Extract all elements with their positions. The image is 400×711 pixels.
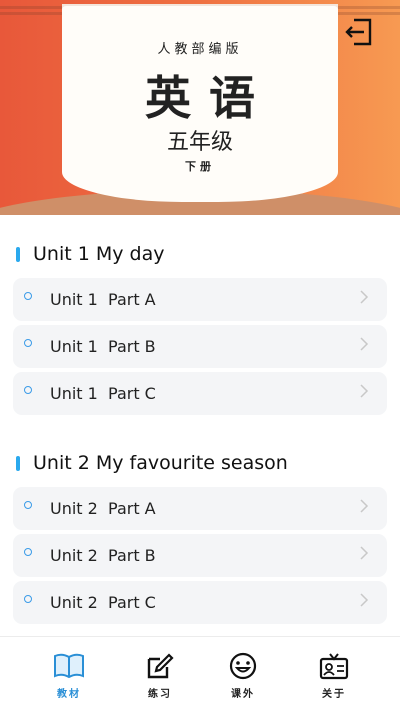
- publisher-label: 人教部编版: [157, 42, 243, 57]
- list-item-label: Unit 2 Part B: [50, 546, 156, 565]
- unit-accent-bar: [16, 246, 20, 262]
- chevron-right-icon: [360, 593, 369, 607]
- bullet-icon: [24, 385, 32, 394]
- exit-button[interactable]: [344, 16, 374, 48]
- unit-2-header: Unit 2 My favourite season: [16, 451, 288, 475]
- unit-title: Unit 2 My favourite season: [33, 452, 288, 474]
- list-item-unit1-part-c[interactable]: Unit 1 Part C: [13, 372, 387, 415]
- term-label: 下册: [185, 160, 215, 173]
- unit-title: Unit 1 My day: [33, 243, 165, 265]
- tab-textbook[interactable]: 教材: [44, 637, 94, 711]
- chevron-right-icon: [360, 499, 369, 513]
- list-item-unit2-part-a[interactable]: Unit 2 Part A: [13, 487, 387, 530]
- tab-practice[interactable]: 练习: [135, 637, 185, 711]
- bullet-icon: [24, 291, 32, 300]
- tab-about[interactable]: 关于: [309, 637, 359, 711]
- bullet-icon: [24, 547, 32, 556]
- tab-extracurricular[interactable]: 课外: [218, 637, 268, 711]
- list-item-label: Unit 1 Part A: [50, 290, 156, 309]
- edit-icon: [147, 653, 174, 679]
- list-item-unit2-part-b[interactable]: Unit 2 Part B: [13, 534, 387, 577]
- list-item-unit2-part-c[interactable]: Unit 2 Part C: [13, 581, 387, 624]
- list-item-label: Unit 1 Part B: [50, 337, 156, 356]
- id-card-icon: [319, 653, 349, 680]
- list-item-label: Unit 1 Part C: [50, 384, 156, 403]
- unit-1-header: Unit 1 My day: [16, 242, 164, 266]
- bullet-icon: [24, 594, 32, 603]
- chevron-right-icon: [360, 337, 369, 351]
- tab-label: 教材: [57, 689, 81, 700]
- chevron-right-icon: [360, 546, 369, 560]
- cover-banner: 人教部编版 英语 五年级 下册: [0, 0, 400, 215]
- list-item-label: Unit 2 Part C: [50, 593, 156, 612]
- list-item-unit1-part-b[interactable]: Unit 1 Part B: [13, 325, 387, 368]
- unit-accent-bar: [16, 455, 20, 471]
- tab-label: 练习: [148, 689, 172, 700]
- list-item-unit1-part-a[interactable]: Unit 1 Part A: [13, 278, 387, 321]
- chevron-right-icon: [360, 290, 369, 304]
- grade-label: 五年级: [166, 130, 233, 155]
- chevron-right-icon: [360, 384, 369, 398]
- tab-label: 课外: [231, 689, 255, 700]
- list-item-label: Unit 2 Part A: [50, 499, 156, 518]
- bullet-icon: [24, 500, 32, 509]
- smiley-icon: [229, 652, 257, 680]
- subject-title: 英语: [145, 71, 273, 125]
- tab-label: 关于: [322, 689, 346, 700]
- bottom-tab-bar: 教材 练习 课外 关于: [0, 636, 400, 711]
- book-icon: [54, 653, 84, 679]
- bullet-icon: [24, 338, 32, 347]
- exit-icon: [345, 18, 372, 46]
